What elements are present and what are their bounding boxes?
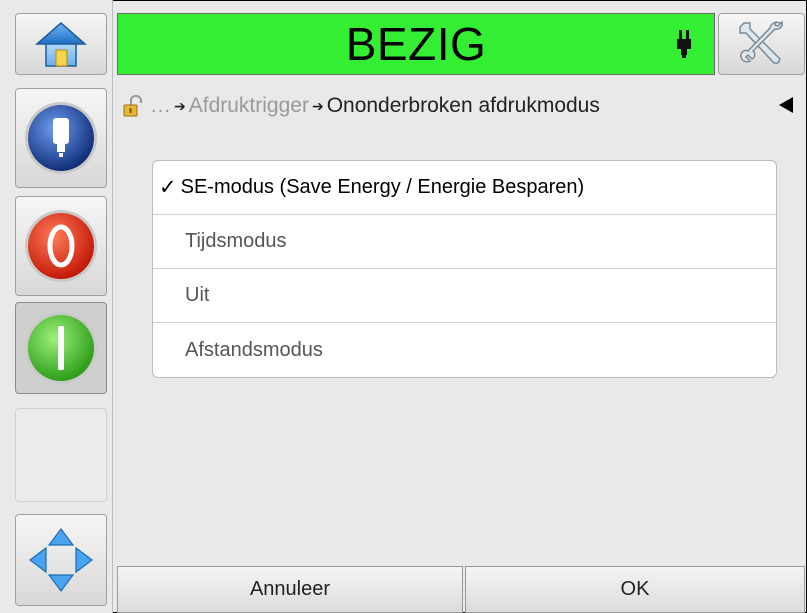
option-label: SE-modus (Save Energy / Energie Besparen…: [180, 176, 585, 198]
option-time-mode[interactable]: Tijdsmodus: [153, 215, 776, 269]
stop-button[interactable]: [15, 196, 107, 296]
breadcrumb-parent[interactable]: Afdruktrigger: [189, 94, 309, 118]
breadcrumb-arrow: ➔: [174, 97, 186, 114]
checkmark-icon: ✓: [159, 176, 177, 199]
navigation-arrows-icon: [29, 528, 93, 592]
breadcrumb-arrow: ➔: [311, 97, 324, 114]
home-button[interactable]: [15, 13, 107, 75]
status-text: BEZIG: [345, 18, 487, 70]
ok-button-label: OK: [620, 578, 650, 600]
start-button[interactable]: [15, 302, 107, 394]
back-arrow-icon[interactable]: [777, 96, 793, 114]
option-off[interactable]: Uit: [153, 269, 776, 323]
unlocked-padlock-icon: [123, 95, 142, 117]
ink-cartridge-button[interactable]: [15, 88, 107, 188]
option-se-mode[interactable]: ✓ SE-modus (Save Energy / Energie Bespar…: [153, 161, 776, 215]
option-distance-mode[interactable]: Afstandsmodus: [153, 323, 776, 377]
breadcrumb: … ➔ Afdruktrigger ➔ Ononderbroken afdruk…: [117, 88, 805, 124]
stop-icon: [25, 210, 97, 282]
ink-cartridge-icon: [25, 102, 97, 174]
cancel-button-label: Annuleer: [249, 578, 331, 600]
breadcrumb-ellipsis[interactable]: …: [150, 94, 171, 118]
sidebar-empty-slot: [15, 408, 107, 502]
start-icon: [25, 312, 97, 384]
option-label: Afstandsmodus: [185, 338, 323, 361]
tools-icon: [738, 20, 783, 64]
printhead-icon: [677, 30, 691, 58]
status-bar: BEZIG: [117, 13, 715, 75]
ok-button[interactable]: OK: [465, 566, 805, 613]
option-label: Uit: [185, 284, 210, 306]
cancel-button[interactable]: Annuleer: [117, 566, 463, 613]
option-list: ✓ SE-modus (Save Energy / Energie Bespar…: [152, 160, 777, 378]
navigation-button[interactable]: [15, 514, 107, 606]
option-label: Tijdsmodus: [185, 230, 287, 252]
tools-button[interactable]: [718, 13, 805, 75]
home-icon: [35, 22, 87, 67]
breadcrumb-current: Ononderbroken afdrukmodus: [326, 94, 600, 117]
